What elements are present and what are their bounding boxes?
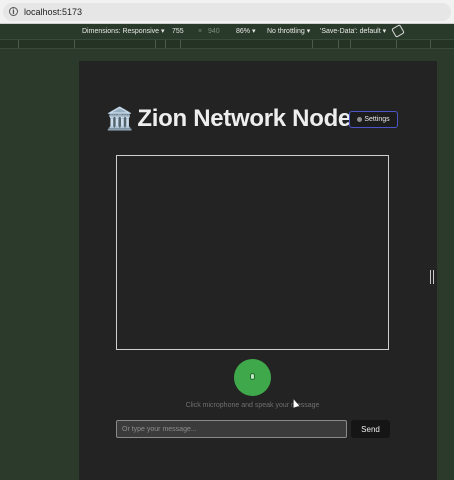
chevron-down-icon: ▾: [306, 28, 311, 35]
settings-label: Settings: [364, 116, 390, 123]
microphone-hint: Click microphone and speak your message: [185, 402, 320, 409]
settings-button[interactable]: Settings: [349, 111, 398, 128]
chevron-down-icon: ▾: [382, 28, 387, 35]
info-icon[interactable]: i: [9, 7, 18, 16]
throttling-label: No throttling: [267, 28, 305, 35]
zoom-label: 86%: [236, 28, 251, 35]
viewport-resize-handle[interactable]: [430, 270, 434, 284]
message-input[interactable]: [116, 420, 347, 438]
chevron-down-icon: ▾: [161, 28, 165, 35]
throttling-dropdown[interactable]: No throttling ▾: [267, 27, 310, 36]
microphone-button[interactable]: [234, 359, 271, 396]
zoom-dropdown[interactable]: 86% ▾: [236, 27, 255, 36]
save-data-dropdown[interactable]: 'Save-Data': default ▾: [320, 27, 386, 36]
classical-building-icon: 🏛️: [106, 106, 134, 131]
settings-icon: [357, 117, 363, 122]
url-text: localhost:5173: [24, 7, 83, 17]
microphone-icon: [250, 373, 255, 380]
width-input[interactable]: 755: [172, 27, 184, 36]
conversation-panel[interactable]: [116, 155, 389, 350]
dimensions-dropdown[interactable]: Dimensions: Responsive ▾: [82, 27, 165, 36]
times-sign: ×: [198, 28, 203, 35]
send-button[interactable]: Send: [351, 420, 390, 438]
device-toolbar: Dimensions: Responsive ▾ 755 × 940 86% ▾…: [0, 24, 454, 39]
rotate-icon[interactable]: [391, 24, 405, 38]
url-field[interactable]: i localhost:5173: [3, 3, 451, 21]
browser-address-bar: i localhost:5173: [0, 0, 454, 24]
header: 🏛️ Zion Network Node: [106, 104, 351, 134]
save-data-label: 'Save-Data': default: [320, 28, 381, 35]
dimensions-label: Dimensions: Responsive: [82, 28, 160, 35]
page-title: Zion Network Node: [137, 105, 351, 132]
height-input[interactable]: 940: [208, 27, 220, 36]
chevron-down-icon: ▾: [251, 28, 256, 35]
media-query-ruler[interactable]: [0, 39, 454, 49]
